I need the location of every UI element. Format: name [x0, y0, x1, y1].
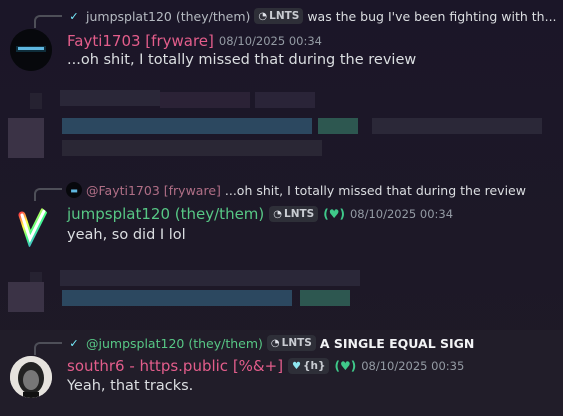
reply-preview[interactable]: ✓ jumpsplat120 (they/them) ◔ LNTS was the… — [66, 7, 557, 25]
message-text: yeah, so did I lol — [67, 227, 186, 243]
fayti-mini-avatar: ▬ — [66, 182, 82, 198]
clan-tag[interactable]: ♥ {h} — [288, 358, 330, 374]
reply-connector — [34, 188, 62, 201]
message-text: Yeah, that tracks. — [67, 378, 194, 394]
avatar[interactable] — [10, 205, 52, 247]
username[interactable]: Fayti1703 [fryware] — [67, 32, 214, 50]
reply-author[interactable]: jumpsplat120 (they/them) — [86, 9, 250, 24]
clan-tag-label: LNTS — [284, 208, 315, 220]
jumpsplat-mini-avatar: ✓ — [69, 9, 79, 23]
avatar[interactable] — [10, 356, 52, 398]
role-icon[interactable]: (♥) — [323, 207, 345, 221]
timestamp: 08/10/2025 00:34 — [349, 207, 454, 221]
chat-log: ✓ jumpsplat120 (they/them) ◔ LNTS was the… — [0, 0, 563, 416]
southr6-avatar-image — [10, 356, 52, 398]
message-header: jumpsplat120 (they/them) ◔ LNTS (♥) 08/10… — [67, 203, 453, 225]
clan-tag-label: {h} — [303, 360, 326, 372]
clan-tag-label: LNTS — [281, 337, 312, 349]
message-header: southr6 - https.public [%&+] ♥ {h} (♥) 08… — [67, 355, 464, 377]
reply-preview[interactable]: ▬ @Fayti1703 [fryware] ...oh shit, I tot… — [66, 181, 526, 199]
heart-badge-icon: ♥ — [292, 360, 302, 372]
reply-text: ...oh shit, I totally missed that during… — [224, 182, 526, 198]
clan-tag[interactable]: ◔ LNTS — [269, 206, 319, 222]
timestamp: 08/10/2025 00:34 — [218, 34, 322, 48]
reply-connector — [34, 342, 62, 355]
jumpsplat-avatar-image — [18, 207, 48, 247]
message-header: Fayti1703 [fryware] 08/10/2025 00:34 — [67, 30, 322, 52]
reply-text: was the bug I've been fighting with th..… — [307, 8, 557, 24]
clan-tag[interactable]: ◔ LNTS — [266, 335, 316, 351]
reply-preview[interactable]: ✓ @jumpsplat120 (they/them) ◔ LNTS A SING… — [66, 334, 474, 352]
clan-badge-icon: ◔ — [273, 208, 282, 220]
reply-text: A SINGLE EQUAL SIGN — [319, 335, 475, 351]
clan-badge-icon: ◔ — [270, 337, 280, 349]
reply-connector — [34, 15, 62, 28]
message-text: ...oh shit, I totally missed that during… — [67, 52, 417, 68]
avatar[interactable] — [10, 29, 52, 71]
timestamp: 08/10/2025 00:35 — [361, 359, 465, 373]
fayti-avatar-image — [10, 29, 52, 71]
reply-author[interactable]: @Fayti1703 [fryware] — [86, 183, 221, 198]
clan-tag-label: LNTS — [269, 10, 300, 22]
username[interactable]: jumpsplat120 (they/them) — [67, 205, 264, 223]
clan-tag[interactable]: ◔ LNTS — [254, 8, 304, 24]
role-icon[interactable]: (♥) — [334, 359, 356, 373]
reply-author[interactable]: @jumpsplat120 (they/them) — [86, 336, 263, 351]
clan-badge-icon: ◔ — [258, 10, 268, 22]
username[interactable]: southr6 - https.public [%&+] — [67, 357, 283, 375]
jumpsplat-mini-avatar: ✓ — [69, 336, 79, 350]
